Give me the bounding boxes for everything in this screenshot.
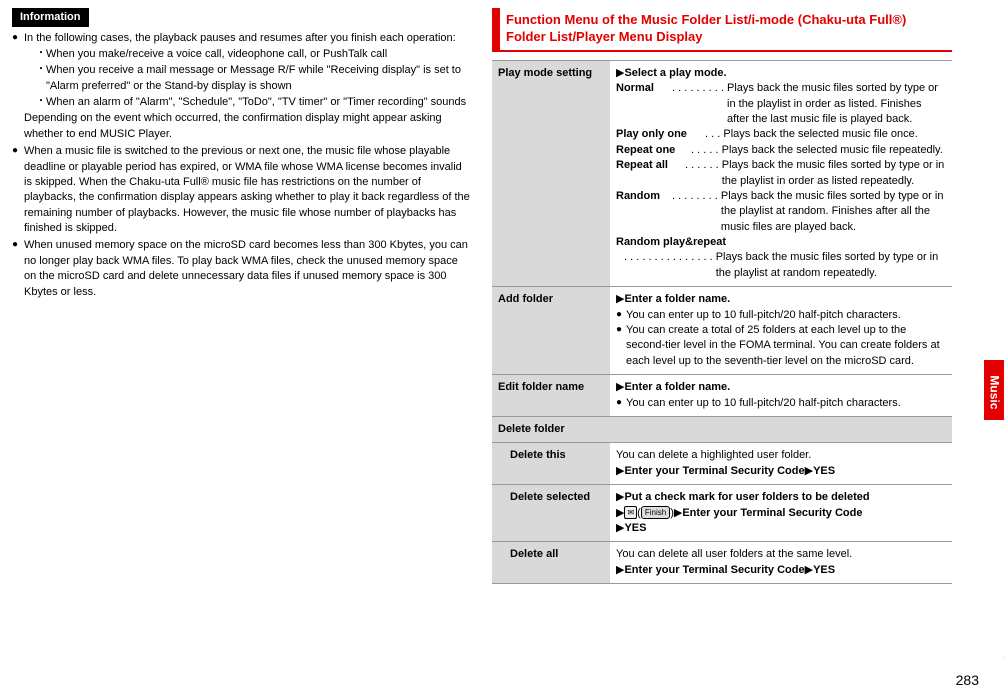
table-row: Delete folder [492, 416, 952, 442]
info-text: In the following cases, the playback pau… [24, 32, 456, 44]
row-description: You can delete a highlighted user folder… [610, 443, 952, 485]
mail-icon: ✉ [624, 506, 637, 519]
info-text: Depending on the event which occurred, t… [24, 111, 472, 142]
list-item: ・When you make/receive a voice call, vid… [24, 47, 472, 62]
information-badge: Information [12, 8, 89, 27]
list-item: ● When unused memory space on the microS… [12, 238, 472, 300]
row-description: ▶Enter a folder name. ●You can enter up … [610, 287, 952, 375]
row-description: ▶Put a check mark for user folders to be… [610, 485, 952, 542]
continued-indicator: Continued ▶ [1000, 605, 1004, 665]
list-item: ● When a music file is switched to the p… [12, 144, 472, 236]
finish-icon: Finish [641, 506, 670, 519]
row-description: You can delete all user folders at the s… [610, 542, 952, 584]
table-row: Delete this You can delete a highlighted… [492, 443, 952, 485]
section-title: Function Menu of the Music Folder List/i… [506, 12, 946, 46]
right-column: Function Menu of the Music Folder List/i… [492, 8, 952, 584]
table-row: Add folder ▶Enter a folder name. ●You ca… [492, 287, 952, 375]
table-row: Delete selected ▶Put a check mark for us… [492, 485, 952, 542]
list-item: ・When an alarm of "Alarm", "Schedule", "… [24, 95, 472, 110]
row-label: Delete folder [492, 416, 952, 442]
table-row: Delete all You can delete all user folde… [492, 542, 952, 584]
left-column: Information ● In the following cases, th… [12, 8, 472, 584]
row-description: ▶Select a play mode. Normal. . . . . . .… [610, 60, 952, 286]
function-menu-table: Play mode setting ▶Select a play mode. N… [492, 60, 952, 584]
row-label: Play mode setting [492, 60, 610, 286]
row-label: Edit folder name [492, 375, 610, 417]
row-label: Delete all [492, 542, 610, 584]
list-item: ・When you receive a mail message or Mess… [24, 63, 472, 94]
section-header: Function Menu of the Music Folder List/i… [492, 8, 952, 52]
row-label: Delete selected [492, 485, 610, 542]
row-description: ▶Enter a folder name. ●You can enter up … [610, 375, 952, 417]
table-row: Play mode setting ▶Select a play mode. N… [492, 60, 952, 286]
page-number: 283 [956, 671, 979, 691]
row-label: Delete this [492, 443, 610, 485]
side-tab-music: Music [984, 360, 1004, 420]
table-row: Edit folder name ▶Enter a folder name. ●… [492, 375, 952, 417]
list-item: ● In the following cases, the playback p… [12, 31, 472, 142]
row-label: Add folder [492, 287, 610, 375]
